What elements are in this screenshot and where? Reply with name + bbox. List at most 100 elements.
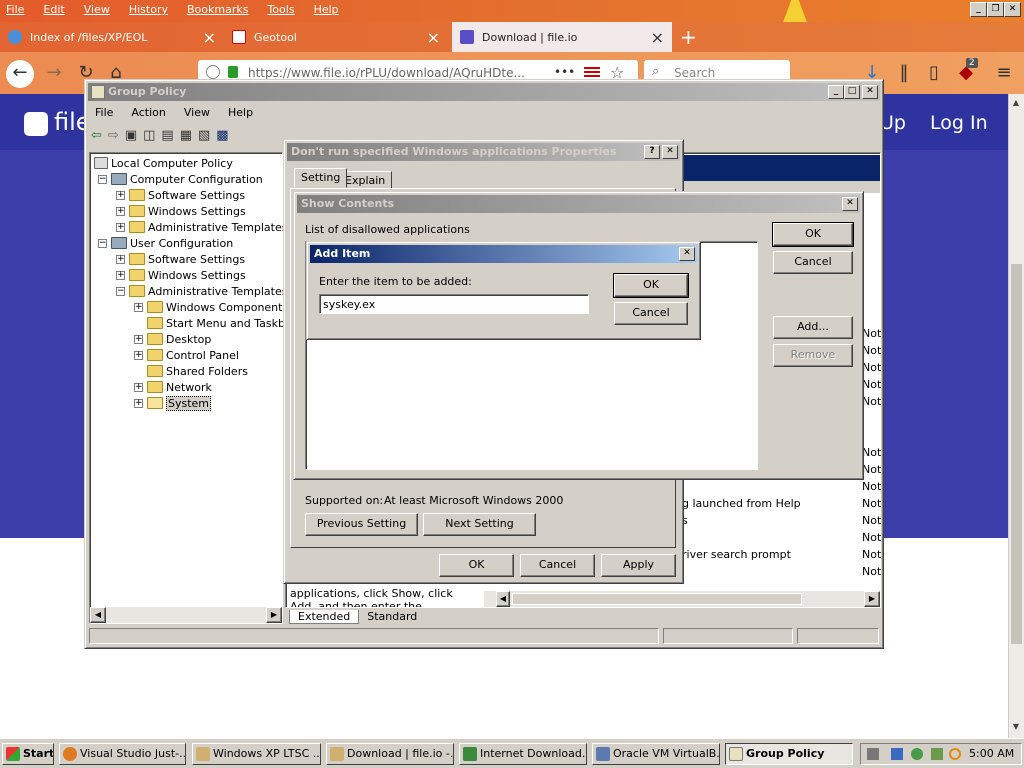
tab-download-fileio[interactable]: Download | file.io ×	[452, 22, 672, 52]
close-button[interactable]: ✕	[679, 247, 695, 261]
tray-app-icon[interactable]	[911, 748, 923, 760]
ok-button[interactable]: OK	[439, 554, 514, 577]
expand-icon[interactable]: +	[134, 350, 143, 360]
clock[interactable]: 5:00 AM	[969, 747, 1014, 760]
task-windows-xp-ltsc[interactable]: Windows XP LTSC ...	[192, 743, 321, 765]
tree-windows-components[interactable]: + Windows Components	[134, 299, 288, 315]
browser-maximize-button[interactable]: ❐	[987, 2, 1004, 17]
up-folder-icon[interactable]: ▣	[125, 128, 137, 143]
tab-standard[interactable]: Standard	[359, 610, 425, 624]
tab-index-files[interactable]: Index of /files/XP/EOL ×	[0, 22, 224, 52]
add-item-titlebar[interactable]: Add Item ✕	[310, 245, 697, 263]
gp-menu-file[interactable]: File	[95, 106, 113, 119]
expand-icon[interactable]: +	[116, 206, 125, 216]
tree-control-panel[interactable]: + Control Panel	[134, 347, 239, 363]
close-button[interactable]: ✕	[842, 197, 858, 211]
tree-local-computer-policy[interactable]: Local Computer Policy	[94, 155, 233, 171]
expand-icon[interactable]: +	[134, 302, 143, 312]
browser-close-button[interactable]: ✕	[1004, 2, 1021, 17]
back-arrow-icon[interactable]: ⇦	[91, 128, 102, 143]
next-setting-button[interactable]: Next Setting	[423, 513, 536, 536]
expand-icon[interactable]: +	[116, 190, 125, 200]
properties-titlebar[interactable]: Don't run specified Windows applications…	[287, 143, 680, 161]
sidebar-icon[interactable]: ▯	[920, 60, 948, 88]
scroll-left-icon[interactable]: ◀	[496, 591, 510, 607]
show-tree-icon[interactable]: ◫	[143, 128, 155, 143]
previous-setting-button[interactable]: Previous Setting	[305, 513, 418, 536]
tab-extended[interactable]: Extended	[289, 610, 360, 624]
close-button[interactable]: ✕	[862, 85, 878, 99]
tree-desktop[interactable]: + Desktop	[134, 331, 211, 347]
menu-bookmarks[interactable]: Bookmarks	[187, 3, 248, 16]
tree-system[interactable]: + System	[134, 395, 212, 411]
menu-hamburger-icon[interactable]: ≡	[990, 60, 1018, 88]
new-tab-button[interactable]: +	[680, 22, 704, 52]
expand-icon[interactable]: +	[134, 398, 143, 408]
tree-software-settings[interactable]: + Software Settings	[116, 187, 245, 203]
setting-row[interactable]: river search prompt	[682, 548, 791, 561]
library-icon[interactable]: ‖	[890, 60, 918, 88]
expand-icon[interactable]: +	[116, 254, 125, 264]
collapse-icon[interactable]: −	[98, 238, 107, 248]
tree-administrative-templates[interactable]: + Administrative Templates	[116, 219, 288, 235]
scroll-thumb[interactable]	[1011, 264, 1022, 644]
menu-file[interactable]: File	[6, 3, 24, 16]
ok-button[interactable]: OK	[772, 222, 854, 247]
menu-history[interactable]: History	[129, 3, 168, 16]
task-oracle-vm[interactable]: Oracle VM VirtualB...	[592, 743, 720, 765]
tab-setting[interactable]: Setting	[294, 168, 348, 188]
menu-tools[interactable]: Tools	[267, 3, 294, 16]
cancel-button[interactable]: Cancel	[520, 554, 595, 577]
tree-user-administrative-templates[interactable]: − Administrative Templates	[116, 283, 288, 299]
ok-button[interactable]: OK	[613, 273, 689, 298]
page-scrollbar[interactable]: ▲ ▼	[1008, 94, 1024, 738]
close-icon[interactable]: ×	[651, 28, 664, 47]
group-policy-titlebar[interactable]: Group Policy _ □ ✕	[88, 83, 880, 101]
close-icon[interactable]: ×	[203, 28, 216, 47]
collapse-icon[interactable]: −	[116, 286, 125, 296]
browser-minimize-button[interactable]: _	[970, 2, 987, 17]
cancel-button[interactable]: Cancel	[614, 302, 688, 325]
start-button[interactable]: Start	[2, 743, 54, 765]
tree-network[interactable]: + Network	[134, 379, 212, 395]
cancel-button[interactable]: Cancel	[773, 251, 853, 274]
close-icon[interactable]: ×	[427, 28, 440, 47]
task-group-policy[interactable]: Group Policy	[725, 743, 853, 765]
tab-geotool[interactable]: Geotool ×	[224, 22, 448, 52]
nav-login-link[interactable]: Log In	[930, 112, 988, 134]
setting-row[interactable]: g launched from Help	[682, 497, 801, 510]
expand-icon[interactable]: +	[134, 334, 143, 344]
scroll-right-icon[interactable]: ▶	[266, 607, 282, 623]
tree-computer-configuration[interactable]: − Computer Configuration	[98, 171, 263, 187]
network-icon[interactable]	[891, 748, 903, 760]
search-tray-icon[interactable]	[949, 748, 961, 760]
forward-arrow-icon[interactable]: ⇨	[108, 128, 119, 143]
info-icon[interactable]	[206, 65, 220, 79]
expand-icon[interactable]: +	[116, 222, 125, 232]
tree-shared-folders[interactable]: Shared Folders	[147, 363, 248, 379]
help-button[interactable]: ?	[644, 145, 660, 159]
apply-button[interactable]: Apply	[601, 554, 676, 577]
expand-icon[interactable]: +	[116, 270, 125, 280]
fileio-logo-icon[interactable]	[24, 112, 48, 136]
task-download-fileio[interactable]: Download | file.io -...	[326, 743, 454, 765]
view-icon[interactable]: ▩	[216, 128, 228, 143]
settings-hscroll[interactable]: ◀ ▶	[484, 591, 880, 607]
tree-user-configuration[interactable]: − User Configuration	[98, 235, 233, 251]
tree-windows-settings[interactable]: + Windows Settings	[116, 203, 246, 219]
minimize-button[interactable]: _	[828, 85, 844, 99]
page-actions-button[interactable]: •••	[554, 65, 575, 79]
gp-menu-action[interactable]: Action	[131, 106, 165, 119]
remove-button[interactable]: Remove	[773, 344, 853, 367]
task-visual-studio[interactable]: Visual Studio Just-...	[59, 743, 186, 765]
scroll-right-icon[interactable]: ▶	[864, 591, 880, 607]
close-button[interactable]: ✕	[662, 145, 678, 159]
properties-icon[interactable]: ▤	[161, 128, 173, 143]
expand-icon[interactable]: +	[134, 382, 143, 392]
task-internet-download[interactable]: Internet Download...	[459, 743, 587, 765]
back-icon[interactable]: ←	[6, 60, 34, 88]
tree-user-software-settings[interactable]: + Software Settings	[116, 251, 245, 267]
show-contents-titlebar[interactable]: Show Contents ✕	[297, 195, 860, 213]
scroll-thumb[interactable]	[512, 593, 802, 605]
export-icon[interactable]: ▦	[180, 128, 192, 143]
